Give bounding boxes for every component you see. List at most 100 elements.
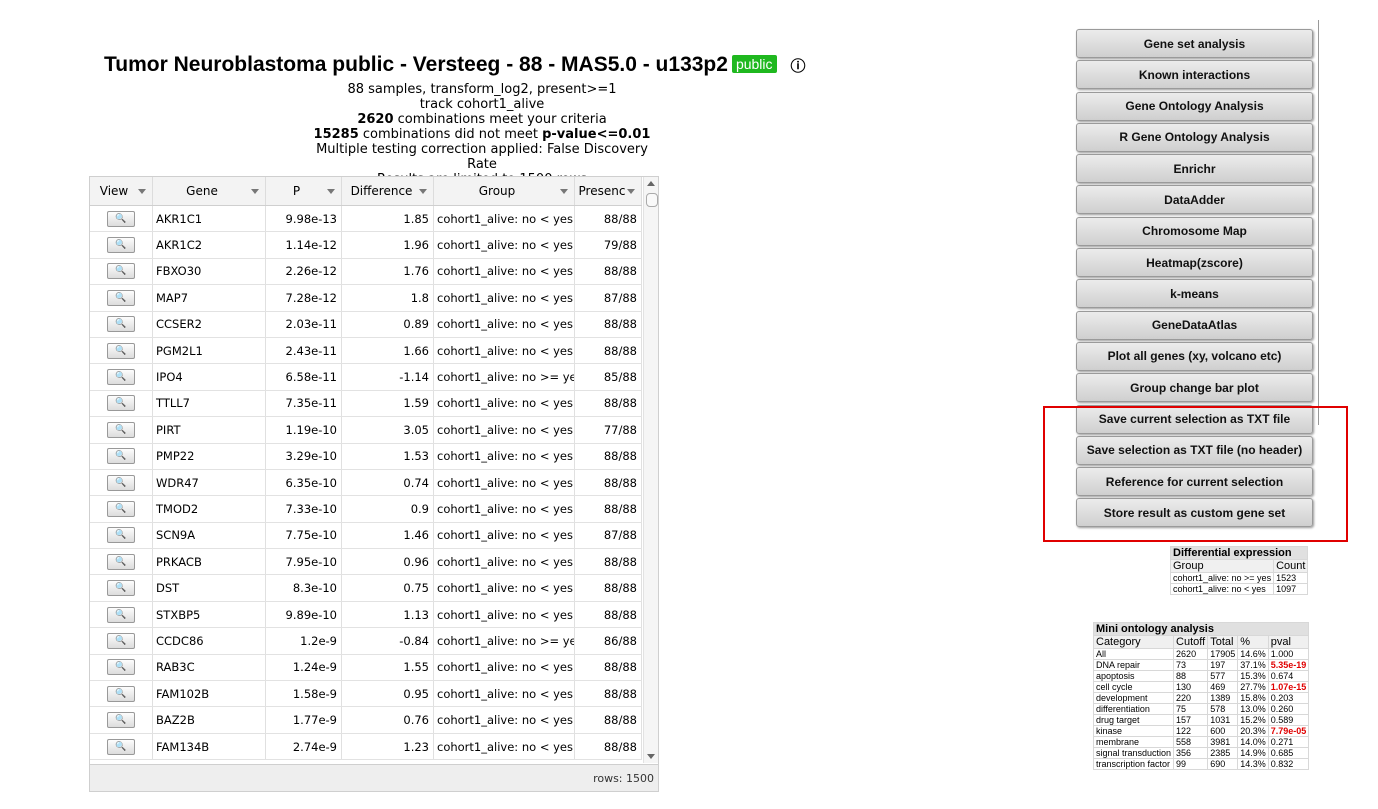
presence-cell: 77/88	[575, 417, 642, 443]
view-cell: 🔍	[90, 417, 153, 443]
grid-scrollbar[interactable]	[643, 177, 658, 763]
view-magnifier-icon[interactable]: 🔍	[107, 553, 135, 570]
table-row[interactable]: 🔍 BAZ2B 1.77e-9 0.76 cohort1_alive: no < yes…	[90, 707, 642, 734]
table-row[interactable]: 🔍 PIRT 1.19e-10 3.05 cohort1_alive: no < yes…	[90, 417, 642, 444]
p-value-cell: 2.26e-12	[266, 258, 342, 285]
col-header-group[interactable]: Group	[434, 177, 575, 205]
presence-cell: 88/88	[575, 337, 642, 364]
mo-category-cell: development	[1092, 692, 1175, 704]
col-header-gene[interactable]: Gene	[153, 177, 266, 205]
view-magnifier-icon[interactable]: 🔍	[107, 606, 135, 623]
genedataatlas-button[interactable]: GeneDataAtlas	[1076, 310, 1313, 340]
table-row[interactable]: 🔍 DST 8.3e-10 0.75 cohort1_alive: no < yes 88…	[90, 575, 642, 602]
gene-cell: FAM134B	[153, 733, 266, 760]
view-magnifier-icon[interactable]: 🔍	[107, 316, 135, 333]
view-magnifier-icon[interactable]: 🔍	[107, 342, 135, 359]
de-row: cohort1_alive: no >= yes 1523	[1169, 572, 1309, 584]
mo-row: All 2620 17905 14.6% 1.000	[1092, 648, 1310, 660]
gene-ontology-analysis-button[interactable]: Gene Ontology Analysis	[1076, 91, 1313, 121]
mo-cutoff-cell: 75	[1173, 703, 1209, 715]
mo-percent-cell: 14.3%	[1237, 758, 1269, 770]
plot-all-genes-xy-volcano-etc-button[interactable]: Plot all genes (xy, volcano etc)	[1076, 341, 1313, 371]
p-value-cell: 9.89e-10	[266, 601, 342, 628]
view-magnifier-icon[interactable]: 🔍	[107, 712, 135, 729]
presence-cell: 87/88	[575, 522, 642, 549]
p-value-cell: 7.75e-10	[266, 522, 342, 549]
table-row[interactable]: 🔍 WDR47 6.35e-10 0.74 cohort1_alive: no < ye…	[90, 469, 642, 497]
view-magnifier-icon[interactable]: 🔍	[107, 369, 135, 386]
sort-arrow-icon	[627, 189, 635, 194]
col-header-view[interactable]: View	[90, 177, 153, 205]
view-magnifier-icon[interactable]: 🔍	[107, 738, 135, 755]
view-magnifier-icon[interactable]: 🔍	[107, 421, 135, 438]
table-row[interactable]: 🔍 PGM2L1 2.43e-11 1.66 cohort1_alive: no < y…	[90, 337, 642, 365]
table-row[interactable]: 🔍 MAP7 7.28e-12 1.8 cohort1_alive: no < yes 8…	[90, 285, 642, 312]
mo-col-percent: %	[1237, 635, 1269, 649]
presence-cell: 88/88	[575, 258, 642, 285]
table-row[interactable]: 🔍 AKR1C1 9.98e-13 1.85 cohort1_alive: no < y…	[90, 206, 642, 233]
table-row[interactable]: 🔍 CCSER2 2.03e-11 0.89 cohort1_alive: no < y…	[90, 311, 642, 338]
table-row[interactable]: 🔍 TMOD2 7.33e-10 0.9 cohort1_alive: no < yes…	[90, 496, 642, 523]
col-header-presence[interactable]: Presenc	[575, 177, 642, 205]
table-row[interactable]: 🔍 FAM134B 2.74e-9 1.23 cohort1_alive: no < y…	[90, 733, 642, 761]
table-row[interactable]: 🔍 FBXO30 2.26e-12 1.76 cohort1_alive: no < y…	[90, 258, 642, 286]
table-row[interactable]: 🔍 AKR1C2 1.14e-12 1.96 cohort1_alive: no < y…	[90, 232, 642, 259]
table-row[interactable]: 🔍 TTLL7 7.35e-11 1.59 cohort1_alive: no < ye…	[90, 390, 642, 418]
enrichr-button[interactable]: Enrichr	[1076, 154, 1313, 184]
difference-cell: 1.23	[342, 733, 434, 760]
info-icon[interactable]: ⓘ	[791, 58, 806, 75]
table-row[interactable]: 🔍 IPO4 6.58e-11 -1.14 cohort1_alive: no >= y…	[90, 364, 642, 391]
de-count-cell: 1097	[1273, 583, 1309, 595]
table-row[interactable]: 🔍 RAB3C 1.24e-9 1.55 cohort1_alive: no < yes…	[90, 654, 642, 682]
group-cell: cohort1_alive: no < yes	[434, 311, 575, 337]
scrollbar-thumb[interactable]	[646, 193, 658, 207]
col-header-p[interactable]: P	[266, 177, 342, 205]
view-magnifier-icon[interactable]: 🔍	[107, 527, 135, 544]
dataadder-button[interactable]: DataAdder	[1076, 185, 1313, 215]
k-means-button[interactable]: k-means	[1076, 279, 1313, 309]
table-row[interactable]: 🔍 CCDC86 1.2e-9 -0.84 cohort1_alive: no >= y…	[90, 628, 642, 655]
dataset-title: Tumor Neuroblastoma public - Versteeg - …	[104, 53, 728, 76]
table-row[interactable]: 🔍 PMP22 3.29e-10 1.53 cohort1_alive: no < ye…	[90, 443, 642, 470]
group-cell: cohort1_alive: no < yes	[434, 522, 575, 549]
view-magnifier-icon[interactable]: 🔍	[107, 237, 135, 254]
table-row[interactable]: 🔍 PRKACB 7.95e-10 0.96 cohort1_alive: no < y…	[90, 549, 642, 576]
heatmap-zscore-button[interactable]: Heatmap(zscore)	[1076, 248, 1313, 278]
view-magnifier-icon[interactable]: 🔍	[107, 632, 135, 649]
mo-total-cell: 3981	[1207, 736, 1239, 748]
chromosome-map-button[interactable]: Chromosome Map	[1076, 216, 1313, 246]
col-header-difference[interactable]: Difference	[342, 177, 434, 205]
difference-cell: 3.05	[342, 417, 434, 443]
sort-arrow-icon	[251, 189, 259, 194]
differential-expression-table: Differential expression Group Count cohor…	[1169, 546, 1309, 595]
difference-cell: 1.55	[342, 654, 434, 681]
known-interactions-button[interactable]: Known interactions	[1076, 60, 1313, 90]
view-magnifier-icon[interactable]: 🔍	[107, 580, 135, 597]
view-magnifier-icon[interactable]: 🔍	[107, 474, 135, 491]
table-row[interactable]: 🔍 STXBP5 9.89e-10 1.13 cohort1_alive: no < y…	[90, 601, 642, 629]
gene-cell: AKR1C2	[153, 232, 266, 258]
view-magnifier-icon[interactable]: 🔍	[107, 500, 135, 517]
gene-set-analysis-button[interactable]: Gene set analysis	[1076, 29, 1313, 58]
mo-category-cell: apoptosis	[1092, 670, 1175, 682]
difference-cell: 1.53	[342, 443, 434, 469]
group-cell: cohort1_alive: no < yes	[434, 575, 575, 601]
view-magnifier-icon[interactable]: 🔍	[107, 210, 135, 227]
mo-cutoff-cell: 88	[1173, 670, 1209, 682]
view-magnifier-icon[interactable]: 🔍	[107, 659, 135, 676]
mo-percent-cell: 27.7%	[1237, 681, 1269, 693]
group-change-bar-plot-button[interactable]: Group change bar plot	[1076, 373, 1313, 403]
p-value-cell: 9.98e-13	[266, 206, 342, 232]
divider	[1318, 20, 1319, 425]
view-cell: 🔍	[90, 337, 153, 364]
difference-cell: 1.59	[342, 390, 434, 417]
view-magnifier-icon[interactable]: 🔍	[107, 289, 135, 306]
view-magnifier-icon[interactable]: 🔍	[107, 263, 135, 280]
table-row[interactable]: 🔍 FAM102B 1.58e-9 0.95 cohort1_alive: no < y…	[90, 681, 642, 708]
view-magnifier-icon[interactable]: 🔍	[107, 685, 135, 702]
table-row[interactable]: 🔍 SCN9A 7.75e-10 1.46 cohort1_alive: no < ye…	[90, 522, 642, 550]
view-cell: 🔍	[90, 628, 153, 654]
view-magnifier-icon[interactable]: 🔍	[107, 395, 135, 412]
view-magnifier-icon[interactable]: 🔍	[107, 448, 135, 465]
r-gene-ontology-analysis-button[interactable]: R Gene Ontology Analysis	[1076, 122, 1313, 152]
